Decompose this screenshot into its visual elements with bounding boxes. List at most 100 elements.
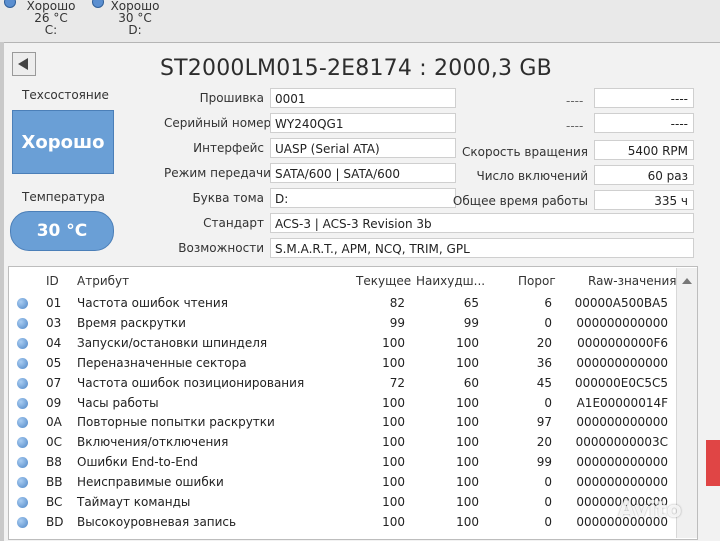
attr-worst: 60 <box>463 375 479 390</box>
status-ball-icon <box>17 377 28 389</box>
attr-raw: A1E00000014F <box>576 395 668 410</box>
col-header-worst[interactable]: Наихудш... <box>416 274 485 288</box>
attr-raw: 000000E0C5C5 <box>574 375 668 390</box>
table-row[interactable]: 09 Часы работы 100 100 0 A1E00000014F <box>9 393 674 413</box>
drive-letter: D: <box>128 23 142 37</box>
firmware-value: 0001 <box>270 88 456 108</box>
power-count-label: Число включений <box>476 169 588 183</box>
col-header-raw[interactable]: Raw-значения <box>588 274 677 288</box>
table-row[interactable]: 05 Переназначенные сектора 100 100 36 0000000… <box>9 353 674 373</box>
attr-threshold: 97 <box>536 415 552 430</box>
status-ball-icon <box>17 397 28 409</box>
attr-worst: 100 <box>456 514 479 529</box>
attr-worst: 65 <box>463 296 479 310</box>
attr-worst: 100 <box>456 495 479 509</box>
back-arrow-icon[interactable] <box>12 52 36 76</box>
table-row[interactable]: 0A Повторные попытки раскрутки 100 100 97 000… <box>9 412 674 432</box>
attr-current: 100 <box>382 335 405 350</box>
status-ball-icon <box>17 437 28 449</box>
attr-raw: 000000000000 <box>576 475 668 490</box>
attr-current: 100 <box>382 355 405 370</box>
temperature-badge[interactable]: 30 °C <box>10 211 114 251</box>
table-row[interactable]: 01 Частота ошибок чтения 82 65 6 00000A500BA5 <box>9 293 674 313</box>
attr-threshold: 0 <box>544 395 552 410</box>
drive-bar: Хорошо 26 °C C: Хорошо 30 °C D: <box>0 0 720 42</box>
attr-id: 0A <box>46 415 62 430</box>
attr-id: 09 <box>46 395 62 410</box>
col-header-id[interactable]: ID <box>46 274 59 288</box>
attr-raw: 000000000000 <box>576 315 668 330</box>
col-header-threshold[interactable]: Порог <box>518 274 556 288</box>
attr-worst: 100 <box>456 335 479 350</box>
dash-placeholder: ---- <box>566 94 584 108</box>
serial-value: WY240QG1 <box>270 113 456 133</box>
dash-placeholder: ---- <box>566 119 584 133</box>
rotation-label: Скорость вращения <box>462 145 588 159</box>
standard-label: Стандарт <box>203 216 264 230</box>
table-row[interactable]: 03 Время раскрутки 99 99 0 000000000000 <box>9 313 674 333</box>
status-ball-icon <box>17 317 28 329</box>
attr-id: BD <box>46 514 64 529</box>
attr-name: Включения/отключения <box>77 435 229 450</box>
attr-current: 99 <box>389 315 405 330</box>
table-row[interactable]: 0C Включения/отключения 100 100 20 0000000000… <box>9 432 674 452</box>
drive-tab-c[interactable]: Хорошо 26 °C C: <box>4 0 96 36</box>
table-row[interactable]: BC Таймаут команды 100 100 0 000000000000 <box>9 492 674 512</box>
attr-id: B8 <box>46 455 62 470</box>
attr-worst: 100 <box>456 455 479 470</box>
health-status-button[interactable]: Хорошо <box>12 110 114 174</box>
status-ball-icon <box>17 457 28 469</box>
attr-threshold: 99 <box>536 455 552 470</box>
attr-raw: 000000000000 <box>576 415 668 430</box>
attr-threshold: 0 <box>544 514 552 529</box>
attr-worst: 100 <box>456 395 479 410</box>
transfer-mode-label: Режим передачи <box>164 166 271 180</box>
standard-value: ACS-3 | ACS-3 Revision 3b <box>270 213 694 233</box>
attr-raw: 00000000003C <box>575 435 668 450</box>
table-row[interactable]: BD Высокоуровневая запись 100 100 0 000000000… <box>9 512 674 532</box>
attr-current: 100 <box>382 455 405 470</box>
attr-id: BB <box>46 475 63 490</box>
status-ball-icon <box>17 357 28 369</box>
attr-name: Запуски/остановки шпинделя <box>77 335 268 350</box>
attr-name: Часы работы <box>77 395 159 410</box>
attr-id: 03 <box>46 315 62 330</box>
attr-name: Частота ошибок позиционирования <box>77 375 305 390</box>
attr-worst: 100 <box>456 415 479 430</box>
attr-threshold: 6 <box>544 296 552 310</box>
attr-name: Переназначенные сектора <box>77 355 247 370</box>
status-ball-icon <box>17 417 28 429</box>
col-header-attribute[interactable]: Атрибут <box>77 274 129 288</box>
serial-label: Серийный номер <box>164 116 272 130</box>
table-row[interactable]: 07 Частота ошибок позиционирования 72 60 45 0… <box>9 373 674 393</box>
attr-id: 04 <box>46 335 62 350</box>
status-ball-icon <box>17 497 28 508</box>
power-time-value: 335 ч <box>594 190 694 210</box>
attr-threshold: 0 <box>544 315 552 330</box>
attr-id: 0C <box>46 435 63 450</box>
power-count-value: 60 раз <box>594 165 694 185</box>
table-row[interactable]: BB Неисправимые ошибки 100 100 0 000000000000 <box>9 472 674 492</box>
status-ball-icon <box>17 477 28 489</box>
attr-name: Частота ошибок чтения <box>77 296 228 310</box>
attr-worst: 100 <box>456 435 479 450</box>
status-ball-icon <box>17 298 28 309</box>
watermark: Avito <box>618 498 682 523</box>
attr-name: Повторные попытки раскрутки <box>77 415 275 430</box>
attr-id: 05 <box>46 355 62 370</box>
table-row[interactable]: 04 Запуски/остановки шпинделя 100 100 20 0000… <box>9 333 674 353</box>
attr-current: 100 <box>382 495 405 509</box>
attr-current: 82 <box>389 296 405 310</box>
attr-name: Таймаут команды <box>77 495 191 509</box>
table-row[interactable]: B8 Ошибки End-to-End 100 100 99 000000000000 <box>9 452 674 472</box>
attr-name: Неисправимые ошибки <box>77 475 224 490</box>
col-header-current[interactable]: Текущее <box>356 274 411 288</box>
volume-letter-label: Буква тома <box>192 191 264 205</box>
status-ball-icon <box>17 337 28 349</box>
attr-name: Ошибки End-to-End <box>77 455 199 470</box>
right-field-1: ---- <box>594 88 694 108</box>
attr-current: 72 <box>389 375 405 390</box>
attr-worst: 100 <box>456 355 479 370</box>
disk-title: ST2000LM015-2E8174 : 2000,3 GB <box>160 56 552 81</box>
drive-tab-d[interactable]: Хорошо 30 °C D: <box>90 0 180 36</box>
